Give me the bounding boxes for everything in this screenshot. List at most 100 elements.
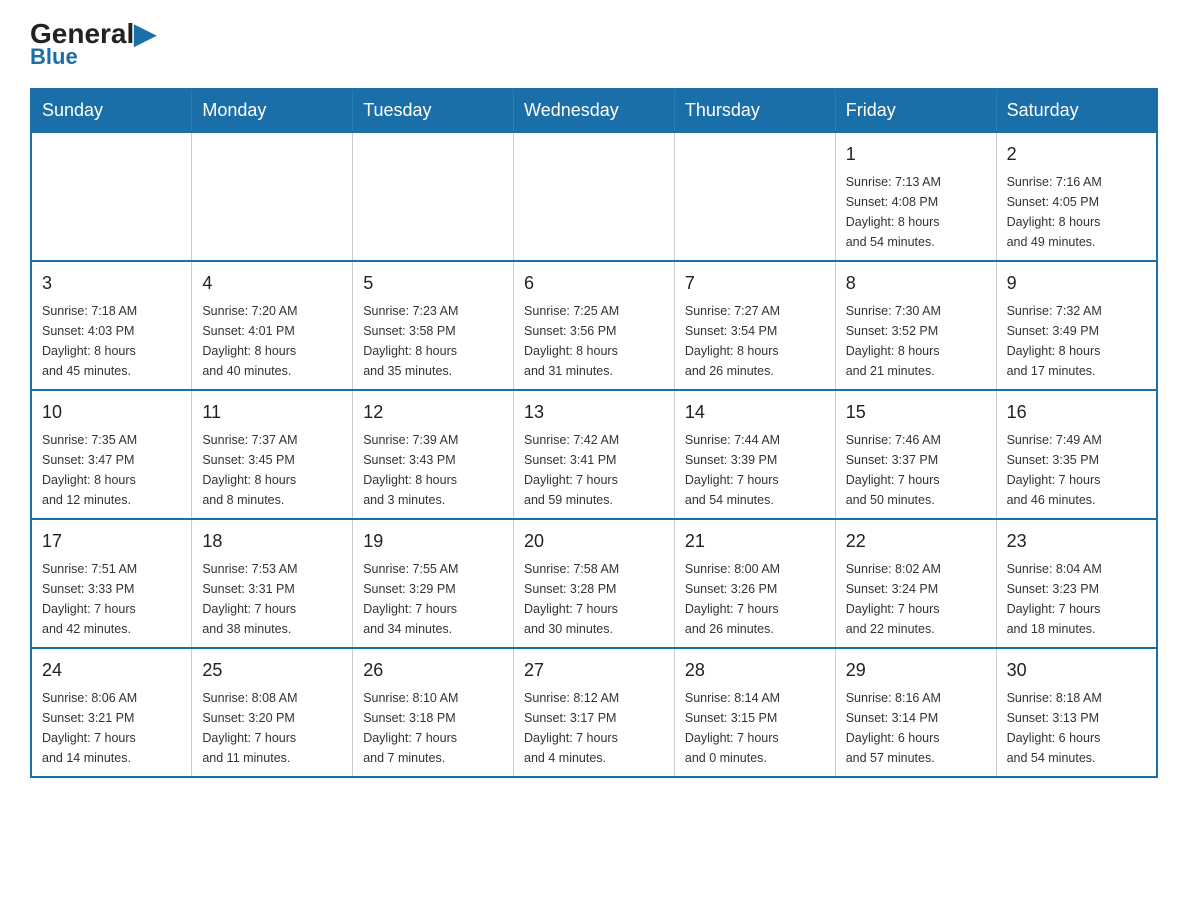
day-info: Sunrise: 8:00 AM Sunset: 3:26 PM Dayligh… xyxy=(685,559,825,639)
calendar-header: SundayMondayTuesdayWednesdayThursdayFrid… xyxy=(31,89,1157,132)
day-number: 24 xyxy=(42,657,181,684)
day-number: 10 xyxy=(42,399,181,426)
logo: General▶ Blue xyxy=(30,20,156,70)
day-number: 9 xyxy=(1007,270,1146,297)
weekday-header-thursday: Thursday xyxy=(674,89,835,132)
day-number: 23 xyxy=(1007,528,1146,555)
day-number: 30 xyxy=(1007,657,1146,684)
calendar-cell: 30 Sunrise: 8:18 AM Sunset: 3:13 PM Dayli… xyxy=(996,648,1157,777)
day-number: 13 xyxy=(524,399,664,426)
day-number: 8 xyxy=(846,270,986,297)
calendar-cell: 25 Sunrise: 8:08 AM Sunset: 3:20 PM Dayli… xyxy=(192,648,353,777)
calendar-body: 1 Sunrise: 7:13 AM Sunset: 4:08 PM Daylig… xyxy=(31,132,1157,777)
day-number: 20 xyxy=(524,528,664,555)
day-number: 5 xyxy=(363,270,503,297)
logo-triangle-icon: ▶ xyxy=(134,18,156,49)
calendar-cell: 20 Sunrise: 7:58 AM Sunset: 3:28 PM Dayli… xyxy=(514,519,675,648)
day-number: 27 xyxy=(524,657,664,684)
day-info: Sunrise: 8:14 AM Sunset: 3:15 PM Dayligh… xyxy=(685,688,825,768)
calendar-cell: 18Sunrise: 7:53 AM Sunset: 3:31 PM Dayli… xyxy=(192,519,353,648)
weekday-header-row: SundayMondayTuesdayWednesdayThursdayFrid… xyxy=(31,89,1157,132)
day-number: 21 xyxy=(685,528,825,555)
weekday-header-tuesday: Tuesday xyxy=(353,89,514,132)
day-number: 29 xyxy=(846,657,986,684)
day-number: 12 xyxy=(363,399,503,426)
day-info: Sunrise: 8:10 AM Sunset: 3:18 PM Dayligh… xyxy=(363,688,503,768)
day-info: Sunrise: 7:42 AM Sunset: 3:41 PM Dayligh… xyxy=(524,430,664,510)
calendar-cell: 13 Sunrise: 7:42 AM Sunset: 3:41 PM Dayli… xyxy=(514,390,675,519)
calendar-cell xyxy=(353,132,514,261)
day-number: 22 xyxy=(846,528,986,555)
day-number: 11 xyxy=(202,399,342,426)
day-number: 19 xyxy=(363,528,503,555)
calendar-cell: 27 Sunrise: 8:12 AM Sunset: 3:17 PM Dayli… xyxy=(514,648,675,777)
day-info: Sunrise: 7:25 AM Sunset: 3:56 PM Dayligh… xyxy=(524,301,664,381)
day-info: Sunrise: 8:16 AM Sunset: 3:14 PM Dayligh… xyxy=(846,688,986,768)
day-info: Sunrise: 7:32 AM Sunset: 3:49 PM Dayligh… xyxy=(1007,301,1146,381)
day-info: Sunrise: 7:37 AM Sunset: 3:45 PM Dayligh… xyxy=(202,430,342,510)
day-info: Sunrise: 7:39 AM Sunset: 3:43 PM Dayligh… xyxy=(363,430,503,510)
day-number: 1 xyxy=(846,141,986,168)
page-header: General▶ Blue xyxy=(30,20,1158,70)
calendar-cell: 2 Sunrise: 7:16 AM Sunset: 4:05 PM Daylig… xyxy=(996,132,1157,261)
calendar-cell: 4 Sunrise: 7:20 AM Sunset: 4:01 PM Daylig… xyxy=(192,261,353,390)
calendar-cell: 11 Sunrise: 7:37 AM Sunset: 3:45 PM Dayli… xyxy=(192,390,353,519)
calendar-cell: 28 Sunrise: 8:14 AM Sunset: 3:15 PM Dayli… xyxy=(674,648,835,777)
weekday-header-wednesday: Wednesday xyxy=(514,89,675,132)
calendar-cell: 26 Sunrise: 8:10 AM Sunset: 3:18 PM Dayli… xyxy=(353,648,514,777)
weekday-header-saturday: Saturday xyxy=(996,89,1157,132)
calendar-cell: 17Sunrise: 7:51 AM Sunset: 3:33 PM Dayli… xyxy=(31,519,192,648)
day-number: 15 xyxy=(846,399,986,426)
calendar-cell: 15Sunrise: 7:46 AM Sunset: 3:37 PM Dayli… xyxy=(835,390,996,519)
calendar-cell: 29 Sunrise: 8:16 AM Sunset: 3:14 PM Dayli… xyxy=(835,648,996,777)
day-info: Sunrise: 8:18 AM Sunset: 3:13 PM Dayligh… xyxy=(1007,688,1146,768)
day-number: 26 xyxy=(363,657,503,684)
calendar-cell: 1 Sunrise: 7:13 AM Sunset: 4:08 PM Daylig… xyxy=(835,132,996,261)
calendar-cell: 23Sunrise: 8:04 AM Sunset: 3:23 PM Dayli… xyxy=(996,519,1157,648)
calendar-week-row: 1 Sunrise: 7:13 AM Sunset: 4:08 PM Daylig… xyxy=(31,132,1157,261)
calendar-cell: 16 Sunrise: 7:49 AM Sunset: 3:35 PM Dayli… xyxy=(996,390,1157,519)
day-info: Sunrise: 7:55 AM Sunset: 3:29 PM Dayligh… xyxy=(363,559,503,639)
day-info: Sunrise: 8:02 AM Sunset: 3:24 PM Dayligh… xyxy=(846,559,986,639)
day-number: 6 xyxy=(524,270,664,297)
day-info: Sunrise: 7:30 AM Sunset: 3:52 PM Dayligh… xyxy=(846,301,986,381)
calendar-cell: 12 Sunrise: 7:39 AM Sunset: 3:43 PM Dayli… xyxy=(353,390,514,519)
calendar-cell: 3Sunrise: 7:18 AM Sunset: 4:03 PM Daylig… xyxy=(31,261,192,390)
calendar-cell: 5 Sunrise: 7:23 AM Sunset: 3:58 PM Daylig… xyxy=(353,261,514,390)
day-number: 16 xyxy=(1007,399,1146,426)
calendar-week-row: 10 Sunrise: 7:35 AM Sunset: 3:47 PM Dayli… xyxy=(31,390,1157,519)
day-info: Sunrise: 8:12 AM Sunset: 3:17 PM Dayligh… xyxy=(524,688,664,768)
day-number: 2 xyxy=(1007,141,1146,168)
calendar-cell: 10 Sunrise: 7:35 AM Sunset: 3:47 PM Dayli… xyxy=(31,390,192,519)
weekday-header-friday: Friday xyxy=(835,89,996,132)
calendar-week-row: 3Sunrise: 7:18 AM Sunset: 4:03 PM Daylig… xyxy=(31,261,1157,390)
day-info: Sunrise: 8:08 AM Sunset: 3:20 PM Dayligh… xyxy=(202,688,342,768)
day-info: Sunrise: 7:49 AM Sunset: 3:35 PM Dayligh… xyxy=(1007,430,1146,510)
calendar-cell xyxy=(31,132,192,261)
day-info: Sunrise: 7:23 AM Sunset: 3:58 PM Dayligh… xyxy=(363,301,503,381)
calendar-week-row: 17Sunrise: 7:51 AM Sunset: 3:33 PM Dayli… xyxy=(31,519,1157,648)
day-info: Sunrise: 7:20 AM Sunset: 4:01 PM Dayligh… xyxy=(202,301,342,381)
weekday-header-monday: Monday xyxy=(192,89,353,132)
calendar-table: SundayMondayTuesdayWednesdayThursdayFrid… xyxy=(30,88,1158,778)
day-number: 17 xyxy=(42,528,181,555)
day-number: 14 xyxy=(685,399,825,426)
day-number: 25 xyxy=(202,657,342,684)
day-number: 28 xyxy=(685,657,825,684)
day-number: 18 xyxy=(202,528,342,555)
calendar-cell: 14 Sunrise: 7:44 AM Sunset: 3:39 PM Dayli… xyxy=(674,390,835,519)
day-number: 7 xyxy=(685,270,825,297)
day-info: Sunrise: 7:16 AM Sunset: 4:05 PM Dayligh… xyxy=(1007,172,1146,252)
calendar-cell: 6 Sunrise: 7:25 AM Sunset: 3:56 PM Daylig… xyxy=(514,261,675,390)
day-info: Sunrise: 7:58 AM Sunset: 3:28 PM Dayligh… xyxy=(524,559,664,639)
day-info: Sunrise: 7:44 AM Sunset: 3:39 PM Dayligh… xyxy=(685,430,825,510)
weekday-header-sunday: Sunday xyxy=(31,89,192,132)
day-number: 4 xyxy=(202,270,342,297)
day-info: Sunrise: 7:35 AM Sunset: 3:47 PM Dayligh… xyxy=(42,430,181,510)
calendar-cell: 7 Sunrise: 7:27 AM Sunset: 3:54 PM Daylig… xyxy=(674,261,835,390)
day-info: Sunrise: 8:06 AM Sunset: 3:21 PM Dayligh… xyxy=(42,688,181,768)
calendar-cell: 21 Sunrise: 8:00 AM Sunset: 3:26 PM Dayli… xyxy=(674,519,835,648)
day-info: Sunrise: 7:13 AM Sunset: 4:08 PM Dayligh… xyxy=(846,172,986,252)
calendar-cell: 22 Sunrise: 8:02 AM Sunset: 3:24 PM Dayli… xyxy=(835,519,996,648)
day-info: Sunrise: 7:27 AM Sunset: 3:54 PM Dayligh… xyxy=(685,301,825,381)
